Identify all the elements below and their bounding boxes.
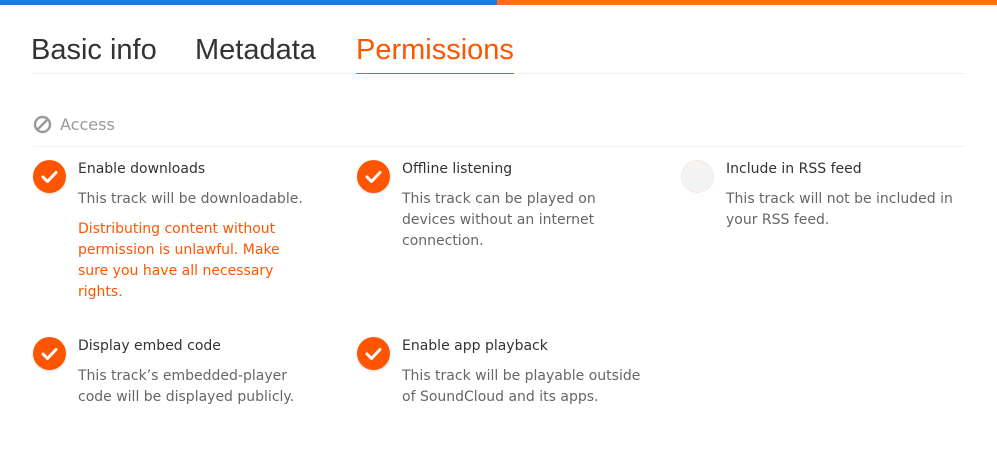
tab-bar: Basic info Metadata Permissions [31,33,965,74]
permission-description: This track can be played on devices with… [402,191,596,249]
checkmark-icon [41,348,58,360]
checkbox-offline-listening[interactable] [357,160,390,193]
top-bar-blue-segment [0,0,497,5]
permission-description: This track’s embedded-player code will b… [78,368,295,405]
checkbox-include-in-rss-feed[interactable] [681,160,714,193]
checkbox-enable-downloads[interactable] [33,160,66,193]
access-section-header: Access [33,112,965,147]
tab-basic-info[interactable]: Basic info [31,33,157,67]
checkmark-icon [41,171,58,183]
permission-warning: Distributing content without permission … [78,221,280,300]
permission-title: Include in RSS feed [726,161,862,177]
permission-description: This track will be playable outside of S… [402,368,641,405]
tab-permissions[interactable]: Permissions [356,33,514,74]
ban-icon [33,115,52,134]
checkmark-icon [365,348,382,360]
top-progress-bar [0,0,997,5]
permission-title: Enable app playback [402,338,548,354]
checkmark-icon [365,171,382,183]
permission-title: Offline listening [402,161,513,177]
access-label: Access [60,115,115,134]
permission-description: This track will be downloadable. [78,191,303,207]
top-bar-orange-segment [497,0,997,5]
tab-metadata[interactable]: Metadata [195,33,316,67]
permission-description: This track will not be included in your … [726,191,953,228]
permission-title: Enable downloads [78,161,206,177]
checkbox-enable-app-playback[interactable] [357,337,390,370]
permission-title: Display embed code [78,338,221,354]
checkbox-display-embed-code[interactable] [33,337,66,370]
